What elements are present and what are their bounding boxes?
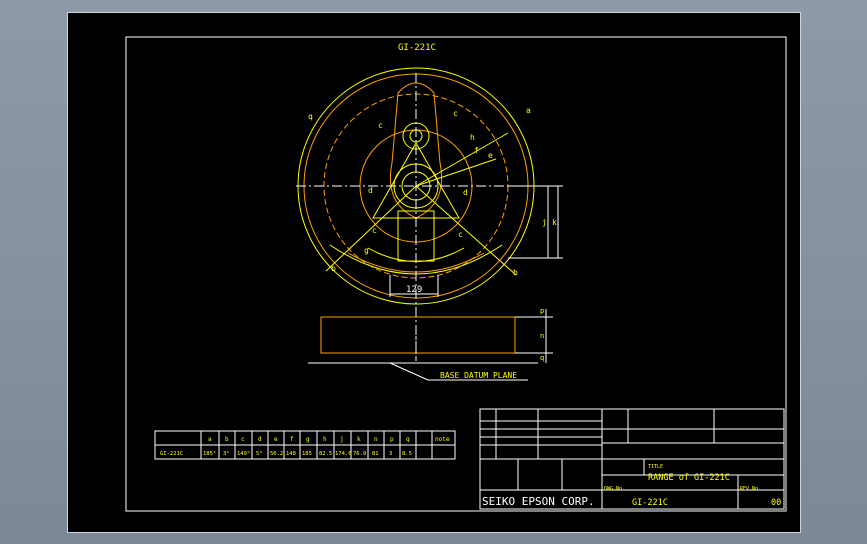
radial-line-left (325, 185, 417, 272)
dwg-no-label: DWG.No. (604, 486, 625, 492)
label-b: b (331, 264, 336, 273)
drawing-title: RANGE of GI-221C (648, 473, 730, 483)
table-header-p: p (390, 436, 394, 443)
table-header-q: q (406, 436, 410, 443)
side-label-q: q (540, 354, 544, 362)
label-e: e (488, 151, 493, 160)
datum-leader (389, 362, 429, 381)
table-cell-b: 3° (223, 451, 230, 457)
cad-drawing: GI-221C q c c a h f e d d c c g b b j k … (125, 36, 787, 512)
side-label-n: n (540, 332, 544, 340)
table-cell-d: 5° (256, 451, 263, 457)
table-cell-a: 185° (203, 451, 216, 457)
table-header-b: b (225, 436, 229, 443)
label-c3: c (372, 226, 377, 235)
table-row-label: GI-221C (160, 451, 183, 457)
drawing-sheet: GI-221C q c c a h f e d d c c g b b j k … (67, 12, 801, 533)
label-c: c (378, 121, 383, 130)
table-cell-p: 3 (389, 451, 392, 457)
label-g: g (364, 246, 369, 255)
label-d: d (368, 186, 373, 195)
label-c4: c (458, 230, 463, 239)
table-header-e: e (274, 436, 278, 443)
table-header-note: note (435, 436, 450, 443)
table-header-c: c (241, 436, 245, 443)
table-header-f: f (290, 436, 294, 443)
title-block (479, 408, 785, 510)
table-header-h: h (323, 436, 327, 443)
table-cell-j: 174.6 (335, 451, 352, 457)
table-cell-f: 148 (286, 451, 296, 457)
label-a: a (526, 106, 531, 115)
table-header-j: j (340, 436, 344, 443)
label-f: f (474, 146, 479, 155)
datum-label: BASE DATUM PLANE (440, 371, 517, 380)
label-k: k (552, 218, 557, 227)
label-d2: d (463, 188, 468, 197)
side-view: p n q (308, 307, 553, 381)
circle-labels: q c c a h f e d d c c g b b j k (308, 106, 557, 277)
table-cell-g: 185 (302, 451, 312, 457)
label-h: h (470, 133, 475, 142)
table-header-n: n (374, 436, 378, 443)
rev-no-label: REV.No. (740, 486, 761, 492)
label-q: q (308, 112, 313, 121)
dimension-129-text: 129 (406, 285, 422, 295)
label-c2: c (453, 109, 458, 118)
side-view-body (320, 316, 516, 354)
table-cell-c: 149° (237, 451, 250, 457)
side-label-p: p (540, 307, 544, 315)
company-name: SEIKO EPSON CORP. (482, 495, 595, 508)
top-label: GI-221C (398, 43, 436, 53)
table-cell-k: 76.9 (353, 451, 366, 457)
table-header-a: a (208, 436, 212, 443)
table-cell-q: 8.5 (402, 451, 412, 457)
table-header-g: g (306, 436, 310, 443)
table-header-d: d (258, 436, 262, 443)
top-view (296, 67, 563, 358)
table-header-k: k (357, 436, 361, 443)
title-label: TITLE (648, 464, 663, 470)
rev-no: 00 (771, 498, 781, 508)
table-cell-h: 82.5 (319, 451, 332, 457)
dwg-no: GI-221C (632, 498, 668, 508)
parameter-table: a b c d e f g h j k n p q note GI-221C 1… (154, 430, 456, 460)
label-j: j (542, 218, 547, 227)
table-cell-n: 81 (372, 451, 379, 457)
label-b2: b (513, 268, 518, 277)
table-cell-e: 56.2 (270, 451, 283, 457)
